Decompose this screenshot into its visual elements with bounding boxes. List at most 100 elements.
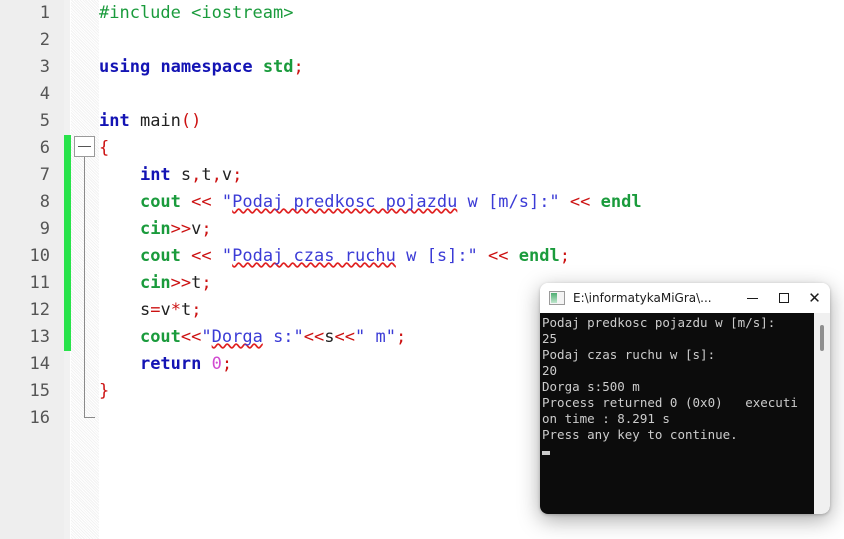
console-icon xyxy=(549,291,565,305)
code-token: using xyxy=(99,57,151,77)
code-line[interactable] xyxy=(99,81,844,108)
code-token: cout xyxy=(139,327,181,347)
code-token: s xyxy=(170,165,192,185)
console-titlebar[interactable]: E:\informatykaMiGra\... ✕ xyxy=(540,283,830,313)
code-token: " xyxy=(221,246,233,266)
code-token: } xyxy=(99,381,110,401)
code-token: #include <iostream> xyxy=(99,3,294,23)
code-token: , xyxy=(191,165,202,185)
maximize-button[interactable] xyxy=(768,283,799,313)
code-token: Dorga xyxy=(211,327,263,347)
line-number: 16 xyxy=(29,408,50,428)
code-line[interactable]: int main() xyxy=(99,108,844,135)
code-token: " m" xyxy=(355,327,396,347)
console-line: 20 xyxy=(542,363,558,378)
code-token: t xyxy=(201,165,212,185)
minimize-icon xyxy=(747,297,758,299)
code-token: = xyxy=(150,300,161,320)
fold-toggle-icon[interactable] xyxy=(74,136,95,157)
code-token: main xyxy=(129,111,181,131)
code-token: >> xyxy=(170,273,192,293)
code-token: w [m/s]:" xyxy=(457,192,560,212)
code-line[interactable]: cout << "Podaj czas ruchu w [s]:" << end… xyxy=(99,243,844,270)
close-button[interactable]: ✕ xyxy=(799,283,830,313)
code-token: Podaj predkosc pojazdu xyxy=(232,192,458,212)
line-number: 15 xyxy=(29,381,50,401)
fold-range-line xyxy=(84,157,85,417)
console-scrollbar-thumb[interactable] xyxy=(820,325,824,351)
code-line[interactable]: cout << "Podaj predkosc pojazdu w [m/s]:… xyxy=(99,189,844,216)
code-token: ; xyxy=(221,354,233,374)
minimize-button[interactable] xyxy=(737,283,768,313)
console-cursor xyxy=(542,443,814,459)
code-line[interactable]: cin>>v; xyxy=(99,216,844,243)
code-token: << xyxy=(191,246,212,266)
code-token: ; xyxy=(232,165,243,185)
line-number: 1 xyxy=(39,3,50,23)
code-token: << xyxy=(191,192,212,212)
console-window[interactable]: E:\informatykaMiGra\... ✕ Podaj predkosc… xyxy=(540,283,830,514)
code-token: cin xyxy=(139,219,171,239)
code-line[interactable]: int s,t,v; xyxy=(99,162,844,189)
console-line: Press any key to continue. xyxy=(542,427,738,442)
code-line[interactable]: #include <iostream> xyxy=(99,0,844,27)
line-number: 5 xyxy=(39,111,50,131)
console-line: Dorga s:500 m xyxy=(542,379,640,394)
line-number: 8 xyxy=(39,192,50,212)
console-window-title: E:\informatykaMiGra\... xyxy=(573,291,712,305)
code-token: v xyxy=(191,219,202,239)
code-token: std xyxy=(262,57,294,77)
code-token: , xyxy=(211,165,222,185)
fold-range-end-tick xyxy=(84,417,95,418)
code-token: * xyxy=(170,300,181,320)
code-token: ; xyxy=(191,300,202,320)
line-number: 13 xyxy=(29,327,50,347)
line-number: 2 xyxy=(39,30,50,50)
cursor-block-icon xyxy=(542,451,550,455)
console-body: Podaj predkosc pojazdu w [m/s]: 25 Podaj c… xyxy=(540,313,830,514)
console-line: 25 xyxy=(542,331,558,346)
code-line[interactable]: { xyxy=(99,135,844,162)
code-token: ; xyxy=(293,57,304,77)
code-token: t xyxy=(191,273,202,293)
code-folding-margin[interactable] xyxy=(71,0,99,539)
code-line[interactable] xyxy=(99,27,844,54)
code-token: () xyxy=(180,111,202,131)
code-line[interactable]: using namespace std; xyxy=(99,54,844,81)
window-controls: ✕ xyxy=(737,283,830,313)
console-scrollbar[interactable] xyxy=(814,313,830,514)
code-token: " xyxy=(201,327,212,347)
code-token: 0 xyxy=(211,354,222,374)
code-token: int xyxy=(139,165,171,185)
console-output[interactable]: Podaj predkosc pojazdu w [m/s]: 25 Podaj c… xyxy=(540,313,814,514)
modified-lines-indicator xyxy=(64,135,71,351)
screen: 1 2 3 4 5 6 7 8 9 10 11 12 13 14 15 16 #… xyxy=(0,0,844,539)
code-token: s xyxy=(324,327,335,347)
console-line: Podaj czas ruchu w [s]: xyxy=(542,347,716,362)
code-token: s:" xyxy=(262,327,304,347)
code-token: Podaj czas ruchu xyxy=(232,246,396,266)
code-token: int xyxy=(99,111,130,131)
line-number: 12 xyxy=(29,300,50,320)
console-line: Podaj predkosc pojazdu w [m/s]: xyxy=(542,315,776,330)
code-token: cout xyxy=(139,192,181,212)
code-token: { xyxy=(99,138,110,158)
line-number: 11 xyxy=(29,273,50,293)
code-token: << xyxy=(569,192,591,212)
code-token: ; xyxy=(201,273,212,293)
line-number: 14 xyxy=(29,354,50,374)
code-token: endl xyxy=(518,246,560,266)
code-token: return xyxy=(139,354,202,374)
